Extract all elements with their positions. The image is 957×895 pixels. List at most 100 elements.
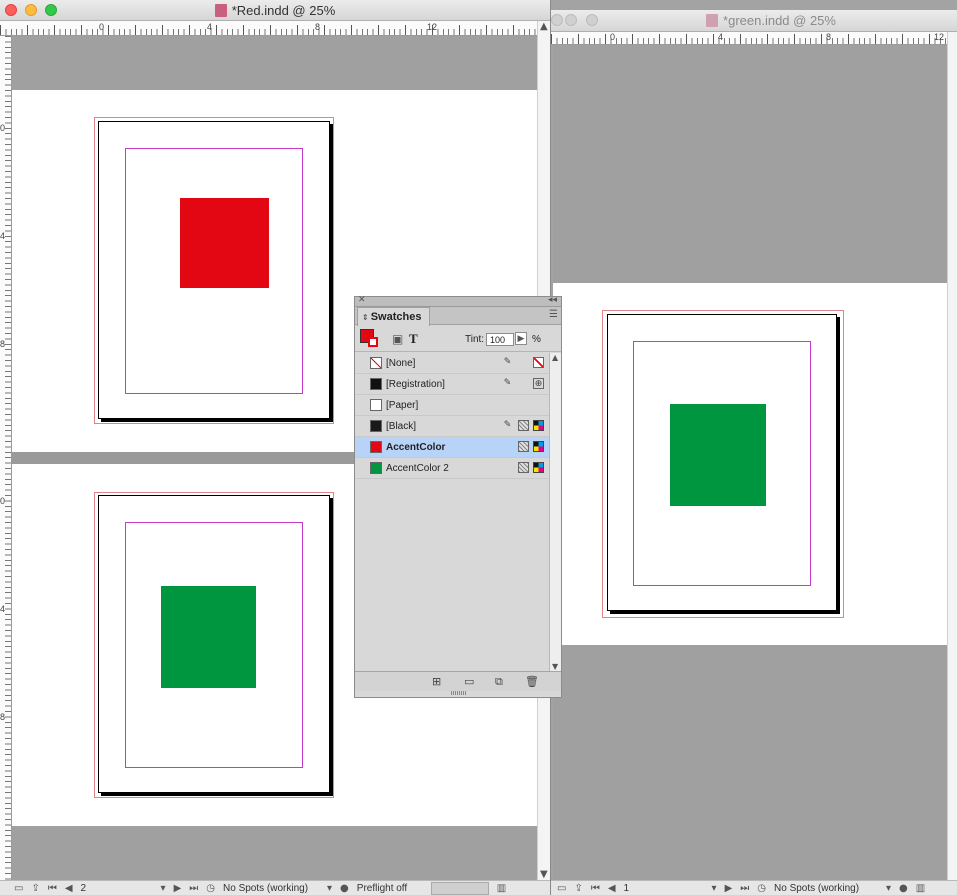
indesign-document-icon (214, 3, 227, 17)
history-icon[interactable]: ◷ (206, 883, 215, 894)
tab-swatches[interactable]: ⇕ Swatches (357, 307, 431, 326)
page-dropdown-icon[interactable]: ▾ (712, 883, 717, 894)
swatch-name: [Black] (386, 420, 417, 432)
split-view-icon[interactable]: ▥ (497, 883, 506, 894)
tint-label: Tint: (465, 334, 485, 345)
spots-dropdown-icon[interactable]: ▾ (886, 883, 891, 894)
panel-header-bar[interactable]: ✕ ◂◂ (355, 295, 561, 307)
preflight-status[interactable]: Preflight off (357, 883, 423, 894)
close-button[interactable] (5, 4, 17, 16)
last-page-icon[interactable]: ⏭ (740, 883, 749, 894)
process-color-icon (518, 420, 529, 431)
collapse-panel-icon[interactable]: ◂◂ (548, 295, 557, 305)
zoom-button[interactable] (45, 4, 57, 16)
green-vertical-scrollbar[interactable] (947, 32, 957, 880)
last-page-icon[interactable]: ⏭ (189, 883, 198, 894)
minimize-button[interactable] (25, 4, 37, 16)
page-number-field[interactable]: 1 (624, 883, 704, 894)
scroll-down-icon[interactable]: ▼ (552, 662, 558, 671)
ruler-label: 4 (0, 231, 6, 241)
swatch-row-registration[interactable]: [Registration] ✎ ⊕ (355, 374, 549, 395)
green-status-bar: ▭ ⇪ ⏮ ◀ 1 ▾ ▶ ⏭ ◷ No Spots (working) ▾ ●… (551, 880, 957, 895)
green-window-titlebar[interactable]: *green.indd @ 25% (551, 10, 957, 32)
text-format-icon[interactable]: T (409, 331, 418, 347)
tint-input[interactable]: 100 (486, 333, 514, 346)
swatches-panel: ✕ ◂◂ ⇕ Swatches ☰ ▣ T Tint: 100 ▶ % [Non… (354, 295, 562, 698)
green-window-title: *green.indd @ 25% (671, 10, 871, 31)
swatch-name: [Registration] (386, 378, 445, 390)
panel-menu-icon[interactable]: ☰ (549, 309, 558, 320)
previous-page-icon[interactable]: ◀ (65, 883, 73, 894)
indesign-document-icon (706, 14, 719, 27)
swatch-row-paper[interactable]: [Paper] (355, 395, 549, 416)
preflight-indicator-icon[interactable]: ● (899, 883, 908, 894)
split-view-icon[interactable]: ▥ (916, 883, 925, 894)
previous-page-icon[interactable]: ◀ (608, 883, 616, 894)
ruler-label: 12 (934, 32, 945, 42)
show-swatch-kinds-icon[interactable]: ⊞ (432, 675, 441, 688)
cmyk-mode-icon (533, 441, 544, 452)
spots-status[interactable]: No Spots (working) (223, 883, 319, 894)
green-window-title-text: *green.indd @ 25% (723, 13, 836, 28)
swatch-list-scrollbar[interactable]: ▲ ▼ (549, 353, 561, 671)
container-format-icon[interactable]: ▣ (392, 332, 403, 346)
swatch-name: [Paper] (386, 399, 419, 411)
green-horizontal-ruler[interactable]: 0 4 8 12 (551, 32, 947, 45)
registration-swatch-chip (370, 378, 382, 390)
scroll-up-icon[interactable]: ▲ (552, 353, 558, 362)
ruler-label: 8 (0, 339, 6, 349)
next-page-icon[interactable]: ▶ (174, 883, 182, 894)
scroll-down-icon[interactable]: ▼ (540, 869, 548, 880)
close-button-inactive[interactable] (551, 14, 563, 26)
new-swatch-icon[interactable]: ⧉ (495, 675, 503, 689)
tint-slider-arrow-icon[interactable]: ▶ (515, 332, 527, 345)
swatch-row-accentcolor-2[interactable]: AccentColor 2 (355, 458, 549, 479)
process-color-icon (518, 441, 529, 452)
ruler-label: 0 (0, 496, 6, 506)
none-swatch-chip (370, 357, 382, 369)
share-icon[interactable]: ⇪ (574, 883, 582, 894)
none-type-icon (533, 357, 544, 368)
red-vertical-ruler[interactable]: 0 4 8 0 4 8 (0, 36, 12, 880)
stroke-proxy[interactable] (368, 337, 378, 347)
page-number-field[interactable]: 2 (81, 883, 153, 894)
red-horizontal-ruler[interactable]: 0 4 8 12 (0, 21, 537, 36)
spots-status[interactable]: No Spots (working) (774, 883, 878, 894)
next-page-icon[interactable]: ▶ (725, 883, 733, 894)
minimize-button-inactive[interactable] (565, 14, 577, 26)
swatch-row-accentcolor[interactable]: AccentColor (355, 437, 549, 458)
share-icon[interactable]: ⇪ (31, 883, 39, 894)
first-page-icon[interactable]: ⏮ (591, 883, 600, 894)
zoom-button-inactive[interactable] (586, 14, 598, 26)
preview-mode-icon[interactable]: ▭ (557, 883, 566, 894)
ruler-label: 12 (427, 22, 438, 32)
close-panel-icon[interactable]: ✕ (358, 295, 366, 305)
horizontal-scrollbar[interactable] (430, 881, 489, 895)
green-square[interactable] (161, 586, 256, 688)
red-window-titlebar[interactable]: *Red.indd @ 25% (0, 0, 550, 21)
paper-swatch-chip (370, 399, 382, 411)
swatch-row-none[interactable]: [None] ✎ (355, 353, 549, 374)
ruler-label: 4 (0, 604, 6, 614)
not-editable-icon: ✎ (503, 378, 512, 388)
ruler-label: 0 (610, 32, 616, 42)
panel-resize-grip[interactable] (451, 691, 467, 695)
new-color-group-icon[interactable]: ▭ (464, 675, 474, 688)
ruler-label: 0 (99, 22, 105, 32)
swatches-footer: ⊞ ▭ ⧉ 🗑 (355, 671, 561, 691)
accentcolor-swatch-chip (370, 441, 382, 453)
green-square[interactable] (670, 404, 766, 506)
swatch-row-black[interactable]: [Black] ✎ (355, 416, 549, 437)
page-dropdown-icon[interactable]: ▾ (161, 883, 166, 894)
first-page-icon[interactable]: ⏮ (48, 883, 57, 894)
red-status-bar: ▭ ⇪ ⏮ ◀ 2 ▾ ▶ ⏭ ◷ No Spots (working) ▾ ●… (0, 880, 550, 895)
red-square[interactable] (180, 198, 269, 288)
preflight-indicator-icon[interactable]: ● (340, 883, 349, 894)
preview-mode-icon[interactable]: ▭ (14, 883, 23, 894)
spots-dropdown-icon[interactable]: ▾ (327, 883, 332, 894)
scroll-up-icon[interactable]: ▲ (540, 21, 548, 32)
history-icon[interactable]: ◷ (757, 883, 766, 894)
black-swatch-chip (370, 420, 382, 432)
ruler-label: 4 (207, 22, 213, 32)
delete-swatch-icon[interactable]: 🗑 (525, 675, 539, 688)
